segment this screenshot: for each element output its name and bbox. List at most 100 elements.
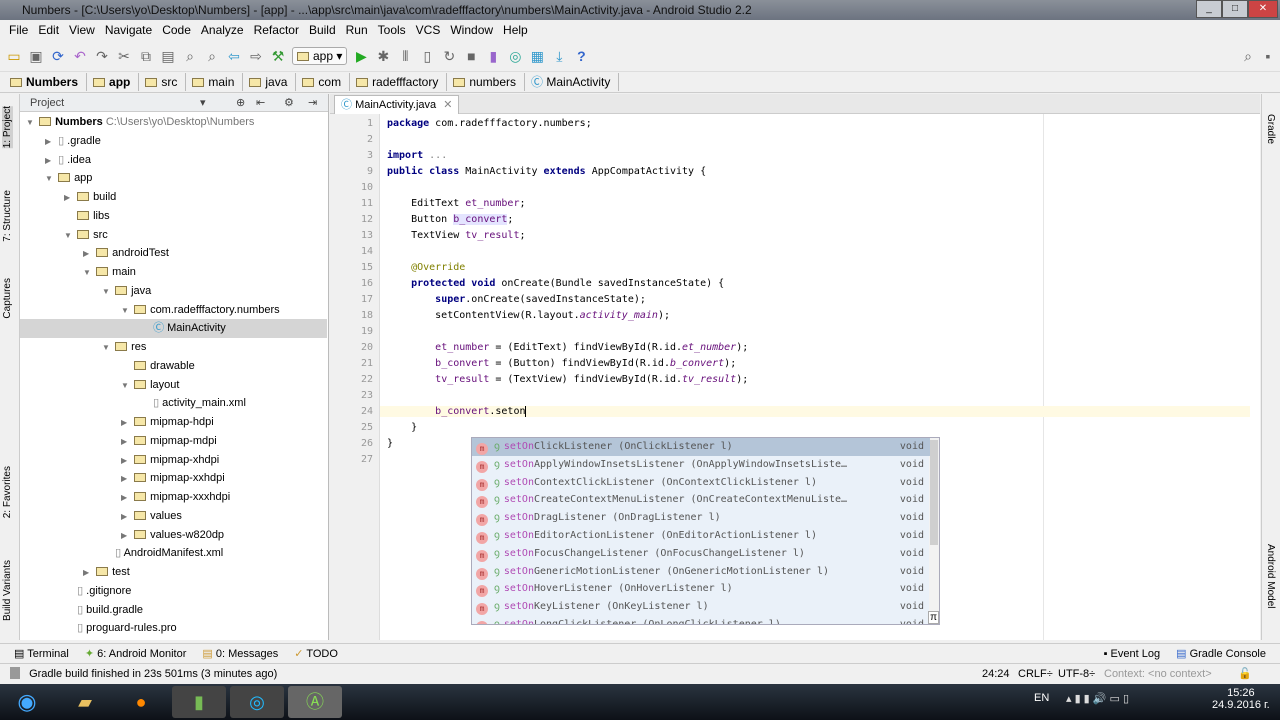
tree-item[interactable]: ▯ build.gradle: [20, 601, 327, 620]
apply-changes-icon[interactable]: ▯: [419, 48, 435, 64]
app-icon[interactable]: ▮: [172, 686, 226, 718]
expand-arrow-icon[interactable]: ▶: [64, 188, 74, 207]
tree-item[interactable]: ▯ proguard-rules.pro: [20, 619, 327, 638]
expand-arrow-icon[interactable]: ▶: [83, 244, 93, 263]
tree-item[interactable]: drawable: [20, 357, 327, 376]
tree-item[interactable]: ▶ values: [20, 507, 327, 526]
expand-arrow-icon[interactable]: ▼: [102, 282, 112, 301]
expand-arrow-icon[interactable]: ▶: [45, 151, 55, 170]
redo-icon[interactable]: ↷: [94, 48, 110, 64]
tree-item[interactable]: ▶ ▯ .gradle: [20, 132, 327, 151]
more-icon[interactable]: ▪: [1260, 48, 1276, 64]
menu-edit[interactable]: Edit: [33, 20, 64, 40]
breadcrumb-item[interactable]: com: [300, 73, 351, 91]
breadcrumb-item[interactable]: java: [247, 73, 297, 91]
tree-item[interactable]: ▶ mipmap-xhdpi: [20, 451, 327, 470]
code-line[interactable]: @Override: [387, 262, 465, 273]
code-line[interactable]: b_convert = (Button) findViewById(R.id.b…: [387, 358, 736, 369]
make-project-icon[interactable]: ⚒: [270, 48, 286, 64]
popup-scrollbar[interactable]: [929, 438, 939, 624]
language-indicator[interactable]: EN: [1034, 692, 1049, 704]
close-button[interactable]: ✕: [1248, 0, 1278, 18]
tab-captures[interactable]: Captures: [2, 278, 13, 319]
dropdown-icon[interactable]: ▾: [200, 94, 206, 112]
replace-icon[interactable]: ⌕: [204, 48, 220, 64]
breadcrumb-item[interactable]: radefffactory: [354, 73, 448, 91]
menu-file[interactable]: File: [4, 20, 33, 40]
expand-arrow-icon[interactable]: ▶: [121, 526, 131, 545]
tree-item[interactable]: ▶ build: [20, 188, 327, 207]
back-icon[interactable]: ⇦: [226, 48, 242, 64]
tab-build-variants[interactable]: Build Variants: [2, 560, 13, 621]
menu-view[interactable]: View: [64, 20, 100, 40]
menu-analyze[interactable]: Analyze: [196, 20, 249, 40]
project-structure-icon[interactable]: ▦: [529, 48, 545, 64]
tree-item[interactable]: ▼ app: [20, 169, 327, 188]
chrome-icon[interactable]: ◎: [230, 686, 284, 718]
tree-item[interactable]: ▶ ▯ .idea: [20, 151, 327, 170]
gear-icon[interactable]: ⚙: [284, 94, 294, 112]
menu-run[interactable]: Run: [341, 20, 373, 40]
lock-icon[interactable]: 🔓: [1238, 664, 1252, 684]
help-icon[interactable]: ?: [573, 48, 589, 64]
menu-build[interactable]: Build: [304, 20, 341, 40]
attach-debugger-icon[interactable]: ⫴: [397, 48, 413, 64]
stop-icon[interactable]: ■: [463, 48, 479, 64]
tree-item[interactable]: libs: [20, 207, 327, 226]
gradle-sync-icon[interactable]: ◎: [507, 48, 523, 64]
explorer-icon[interactable]: ▰: [58, 686, 112, 718]
sdk-manager-icon[interactable]: ⤓: [551, 48, 567, 64]
expand-arrow-icon[interactable]: ▶: [121, 432, 131, 451]
project-view-select[interactable]: Project: [30, 97, 64, 109]
breadcrumb-item[interactable]: numbers: [451, 73, 526, 91]
run-config-select[interactable]: app ▾: [292, 47, 348, 65]
collapse-all-icon[interactable]: ⇤: [256, 94, 265, 112]
expand-arrow-icon[interactable]: ▼: [83, 263, 93, 282]
breadcrumb-item[interactable]: src: [143, 73, 187, 91]
tree-item[interactable]: Ⓒ MainActivity: [20, 319, 327, 339]
code-line[interactable]: et_number = (EditText) findViewById(R.id…: [387, 342, 748, 353]
tab-android-monitor[interactable]: ✦ 6: Android Monitor: [85, 647, 187, 660]
code-line[interactable]: setContentView(R.layout.activity_main);: [387, 310, 670, 321]
status-message[interactable]: Gradle build finished in 23s 501ms (3 mi…: [29, 668, 277, 680]
tree-item[interactable]: ▼ layout: [20, 376, 327, 395]
expand-arrow-icon[interactable]: ▶: [121, 507, 131, 526]
debug-icon[interactable]: ✱: [375, 48, 391, 64]
expand-arrow-icon[interactable]: ▶: [121, 469, 131, 488]
tab-gradle[interactable]: Gradle: [1265, 114, 1276, 144]
completion-item[interactable]: m ꝯ setOnEditorActionListener (OnEditorAct…: [472, 527, 930, 545]
tab-structure[interactable]: 7: Structure: [2, 190, 13, 242]
expand-arrow-icon[interactable]: ▶: [83, 563, 93, 582]
expand-arrow-icon[interactable]: ▶: [121, 413, 131, 432]
search-everywhere-icon[interactable]: ⌕: [1240, 48, 1256, 64]
completion-item[interactable]: m ꝯ setOnContextClickListener (OnContextCl…: [472, 474, 930, 492]
scroll-from-source-icon[interactable]: ⊕: [236, 94, 245, 112]
code-line[interactable]: b_convert.seton: [380, 406, 1250, 417]
tree-item[interactable]: ▶ test: [20, 563, 327, 582]
tab-terminal[interactable]: ▤ Terminal: [14, 647, 69, 660]
completion-item[interactable]: mꝯsetOnLongClickListener (OnLongClickLis…: [472, 616, 930, 624]
menu-code[interactable]: Code: [157, 20, 196, 40]
menu-refactor[interactable]: Refactor: [249, 20, 304, 40]
tab-favorites[interactable]: 2: Favorites: [2, 466, 13, 518]
close-tab-icon[interactable]: ✕: [443, 99, 452, 111]
start-button[interactable]: ◉: [0, 686, 54, 718]
cut-icon[interactable]: ✂: [116, 48, 132, 64]
open-folder-icon[interactable]: ▭: [6, 48, 22, 64]
expand-arrow-icon[interactable]: ▼: [121, 376, 131, 395]
expand-arrow-icon[interactable]: ▶: [121, 451, 131, 470]
expand-arrow-icon[interactable]: ▶: [121, 488, 131, 507]
expand-arrow-icon[interactable]: ▼: [45, 169, 55, 188]
completion-item[interactable]: m ꝯ setOnKeyListener (OnKeyListener l) void: [472, 598, 930, 616]
tree-item[interactable]: ▶ mipmap-xxxhdpi: [20, 488, 327, 507]
avd-manager-icon[interactable]: ▮: [485, 48, 501, 64]
tree-item[interactable]: ▶ mipmap-mdpi: [20, 432, 327, 451]
paste-icon[interactable]: ▤: [160, 48, 176, 64]
tab-todo[interactable]: ✓ TODO: [294, 647, 338, 660]
completion-item[interactable]: m ꝯ setOnFocusChangeListener (OnFocusChang…: [472, 545, 930, 563]
tab-messages[interactable]: ▤ 0: Messages: [202, 647, 278, 660]
tree-item[interactable]: ▼ src: [20, 226, 327, 245]
firefox-icon[interactable]: ●: [114, 686, 168, 718]
code-line[interactable]: }: [387, 438, 393, 449]
code-line[interactable]: package com.radefffactory.numbers;: [387, 118, 592, 129]
